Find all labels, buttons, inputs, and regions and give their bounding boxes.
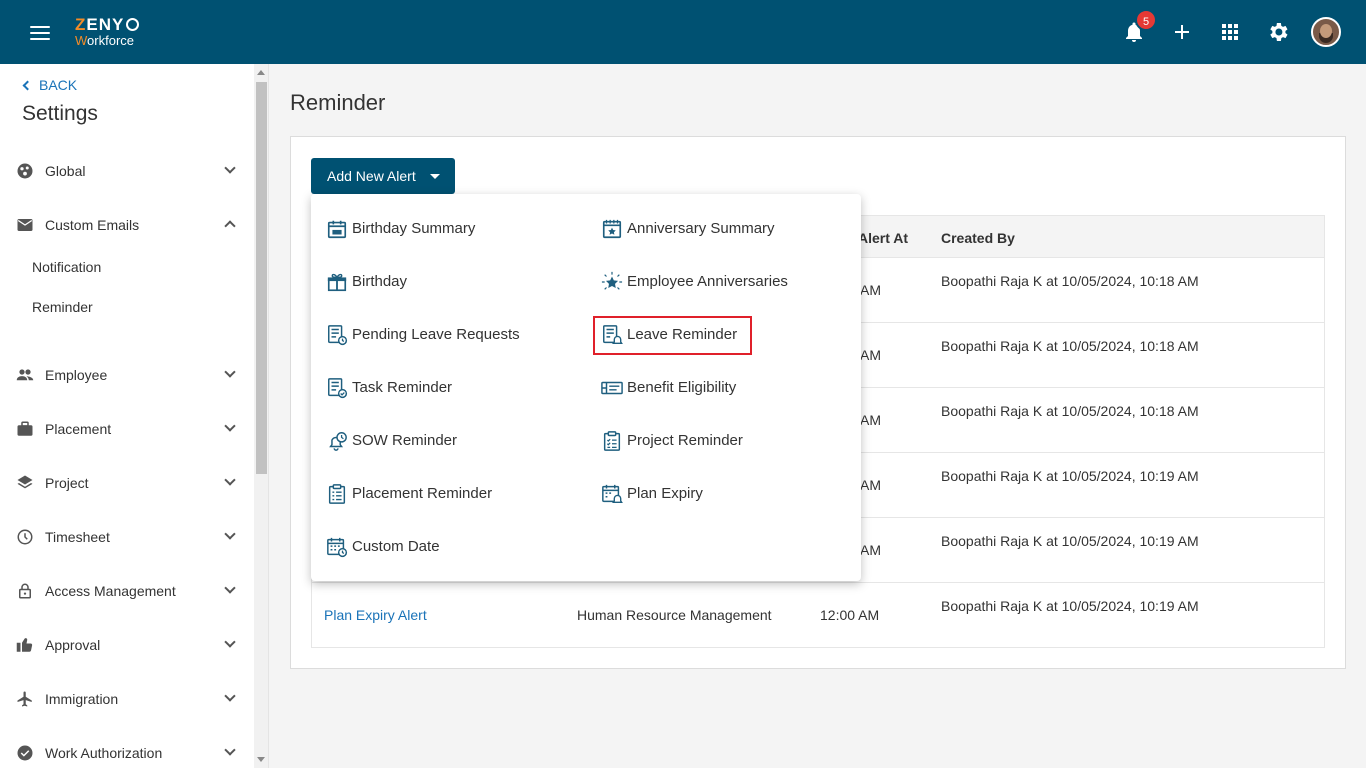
sidebar-subitem-reminder[interactable]: Reminder xyxy=(32,299,93,315)
gift-icon xyxy=(327,273,347,292)
chevron-down-icon xyxy=(224,420,236,432)
module-cell: Human Resource Management xyxy=(577,607,772,623)
created-by-cell: Boopathi Raja K at 10/05/2024, 10:19 AM xyxy=(941,533,1199,549)
sidebar-item-global[interactable]: Global xyxy=(0,151,254,191)
lock-icon xyxy=(19,583,31,599)
created-by-cell: Boopathi Raja K at 10/05/2024, 10:19 AM xyxy=(941,598,1199,614)
page-title: Reminder xyxy=(290,90,386,115)
sidebar-item-placement[interactable]: Placement xyxy=(0,409,254,449)
layers-icon xyxy=(17,475,33,489)
sidebar-item-custom-emails[interactable]: Custom Emails xyxy=(0,205,254,245)
alert-at-cell: AM xyxy=(860,477,881,493)
avatar[interactable] xyxy=(1311,17,1341,47)
created-by-cell: Boopathi Raja K at 10/05/2024, 10:18 AM xyxy=(941,403,1199,419)
divider xyxy=(268,64,269,768)
column-header-alert-at[interactable]: Alert At xyxy=(858,230,908,246)
created-by-cell: Boopathi Raja K at 10/05/2024, 10:18 AM xyxy=(941,273,1199,289)
globe-icon xyxy=(17,163,33,179)
notification-badge: 5 xyxy=(1135,9,1157,31)
sidebar-scrollbar[interactable] xyxy=(254,64,268,768)
created-by-cell: Boopathi Raja K at 10/05/2024, 10:19 AM xyxy=(941,468,1199,484)
top-bar: ZENY Workforce 5 xyxy=(0,0,1366,64)
alert-at-cell: AM xyxy=(860,347,881,363)
caret-down-icon xyxy=(430,174,440,179)
alert-at-cell: AM xyxy=(860,542,881,558)
calendar-clock-icon xyxy=(327,537,348,558)
thumbs-up-icon xyxy=(16,638,33,652)
add-alert-dropdown-menu: Birthday Summary Birthday Pending Leave … xyxy=(311,194,861,581)
gear-icon[interactable] xyxy=(1266,20,1290,44)
sidebar-item-employee[interactable]: Employee xyxy=(0,355,254,395)
list-clock-icon xyxy=(328,325,348,346)
clipboard-check-icon xyxy=(603,431,621,451)
clipboard-icon xyxy=(328,484,346,504)
chevron-down-icon xyxy=(224,582,236,594)
alert-name-link[interactable]: Plan Expiry Alert xyxy=(324,607,427,623)
badge-icon xyxy=(17,745,33,761)
created-by-cell: Boopathi Raja K at 10/05/2024, 10:18 AM xyxy=(941,338,1199,354)
task-list-icon xyxy=(328,378,348,399)
sidebar-subitem-notification[interactable]: Notification xyxy=(32,259,101,275)
scroll-down-arrow[interactable] xyxy=(257,757,265,762)
chevron-down-icon xyxy=(224,690,236,702)
bell-clock-icon xyxy=(329,432,347,451)
calendar-bell-icon xyxy=(602,484,623,503)
add-new-alert-button[interactable]: Add New Alert xyxy=(311,158,455,194)
chevron-down-icon xyxy=(224,366,236,378)
chevron-down-icon xyxy=(224,474,236,486)
people-icon xyxy=(16,369,34,381)
list-bell-icon xyxy=(603,325,623,344)
column-header-created-by[interactable]: Created By xyxy=(941,230,1015,246)
logo[interactable]: ZENY Workforce xyxy=(75,16,140,47)
airplane-icon xyxy=(17,691,32,707)
briefcase-icon xyxy=(17,421,33,436)
sidebar-item-approval[interactable]: Approval xyxy=(0,625,254,665)
calendar-icon xyxy=(327,220,347,239)
chevron-down-icon xyxy=(224,744,236,756)
back-link[interactable]: BACK xyxy=(22,77,77,93)
settings-title: Settings xyxy=(22,102,98,125)
calendar-star-icon xyxy=(602,219,622,239)
alert-at-cell: AM xyxy=(860,282,881,298)
sidebar-item-access-management[interactable]: Access Management xyxy=(0,571,254,611)
plus-icon[interactable] xyxy=(1170,20,1194,44)
scroll-thumb[interactable] xyxy=(256,82,267,474)
clock-icon xyxy=(17,529,33,545)
apps-grid-icon[interactable] xyxy=(1218,20,1242,44)
sidebar-item-work-authorization[interactable]: Work Authorization xyxy=(0,733,254,768)
mail-icon xyxy=(17,219,33,231)
sidebar-item-project[interactable]: Project xyxy=(0,463,254,503)
alert-at-cell: AM xyxy=(860,412,881,428)
ticket-icon xyxy=(601,381,623,395)
table-row[interactable]: Plan Expiry Alert Human Resource Managem… xyxy=(312,583,1324,648)
scroll-up-arrow[interactable] xyxy=(257,70,265,75)
chevron-down-icon xyxy=(224,528,236,540)
chevron-down-icon xyxy=(224,162,236,174)
sidebar-item-timesheet[interactable]: Timesheet xyxy=(0,517,254,557)
alert-at-cell: 12:00 AM xyxy=(820,607,880,623)
chevron-up-icon xyxy=(224,220,236,232)
star-burst-icon xyxy=(601,271,623,290)
menu-icon[interactable] xyxy=(30,26,50,40)
chevron-down-icon xyxy=(224,636,236,648)
sidebar-item-immigration[interactable]: Immigration xyxy=(0,679,254,719)
